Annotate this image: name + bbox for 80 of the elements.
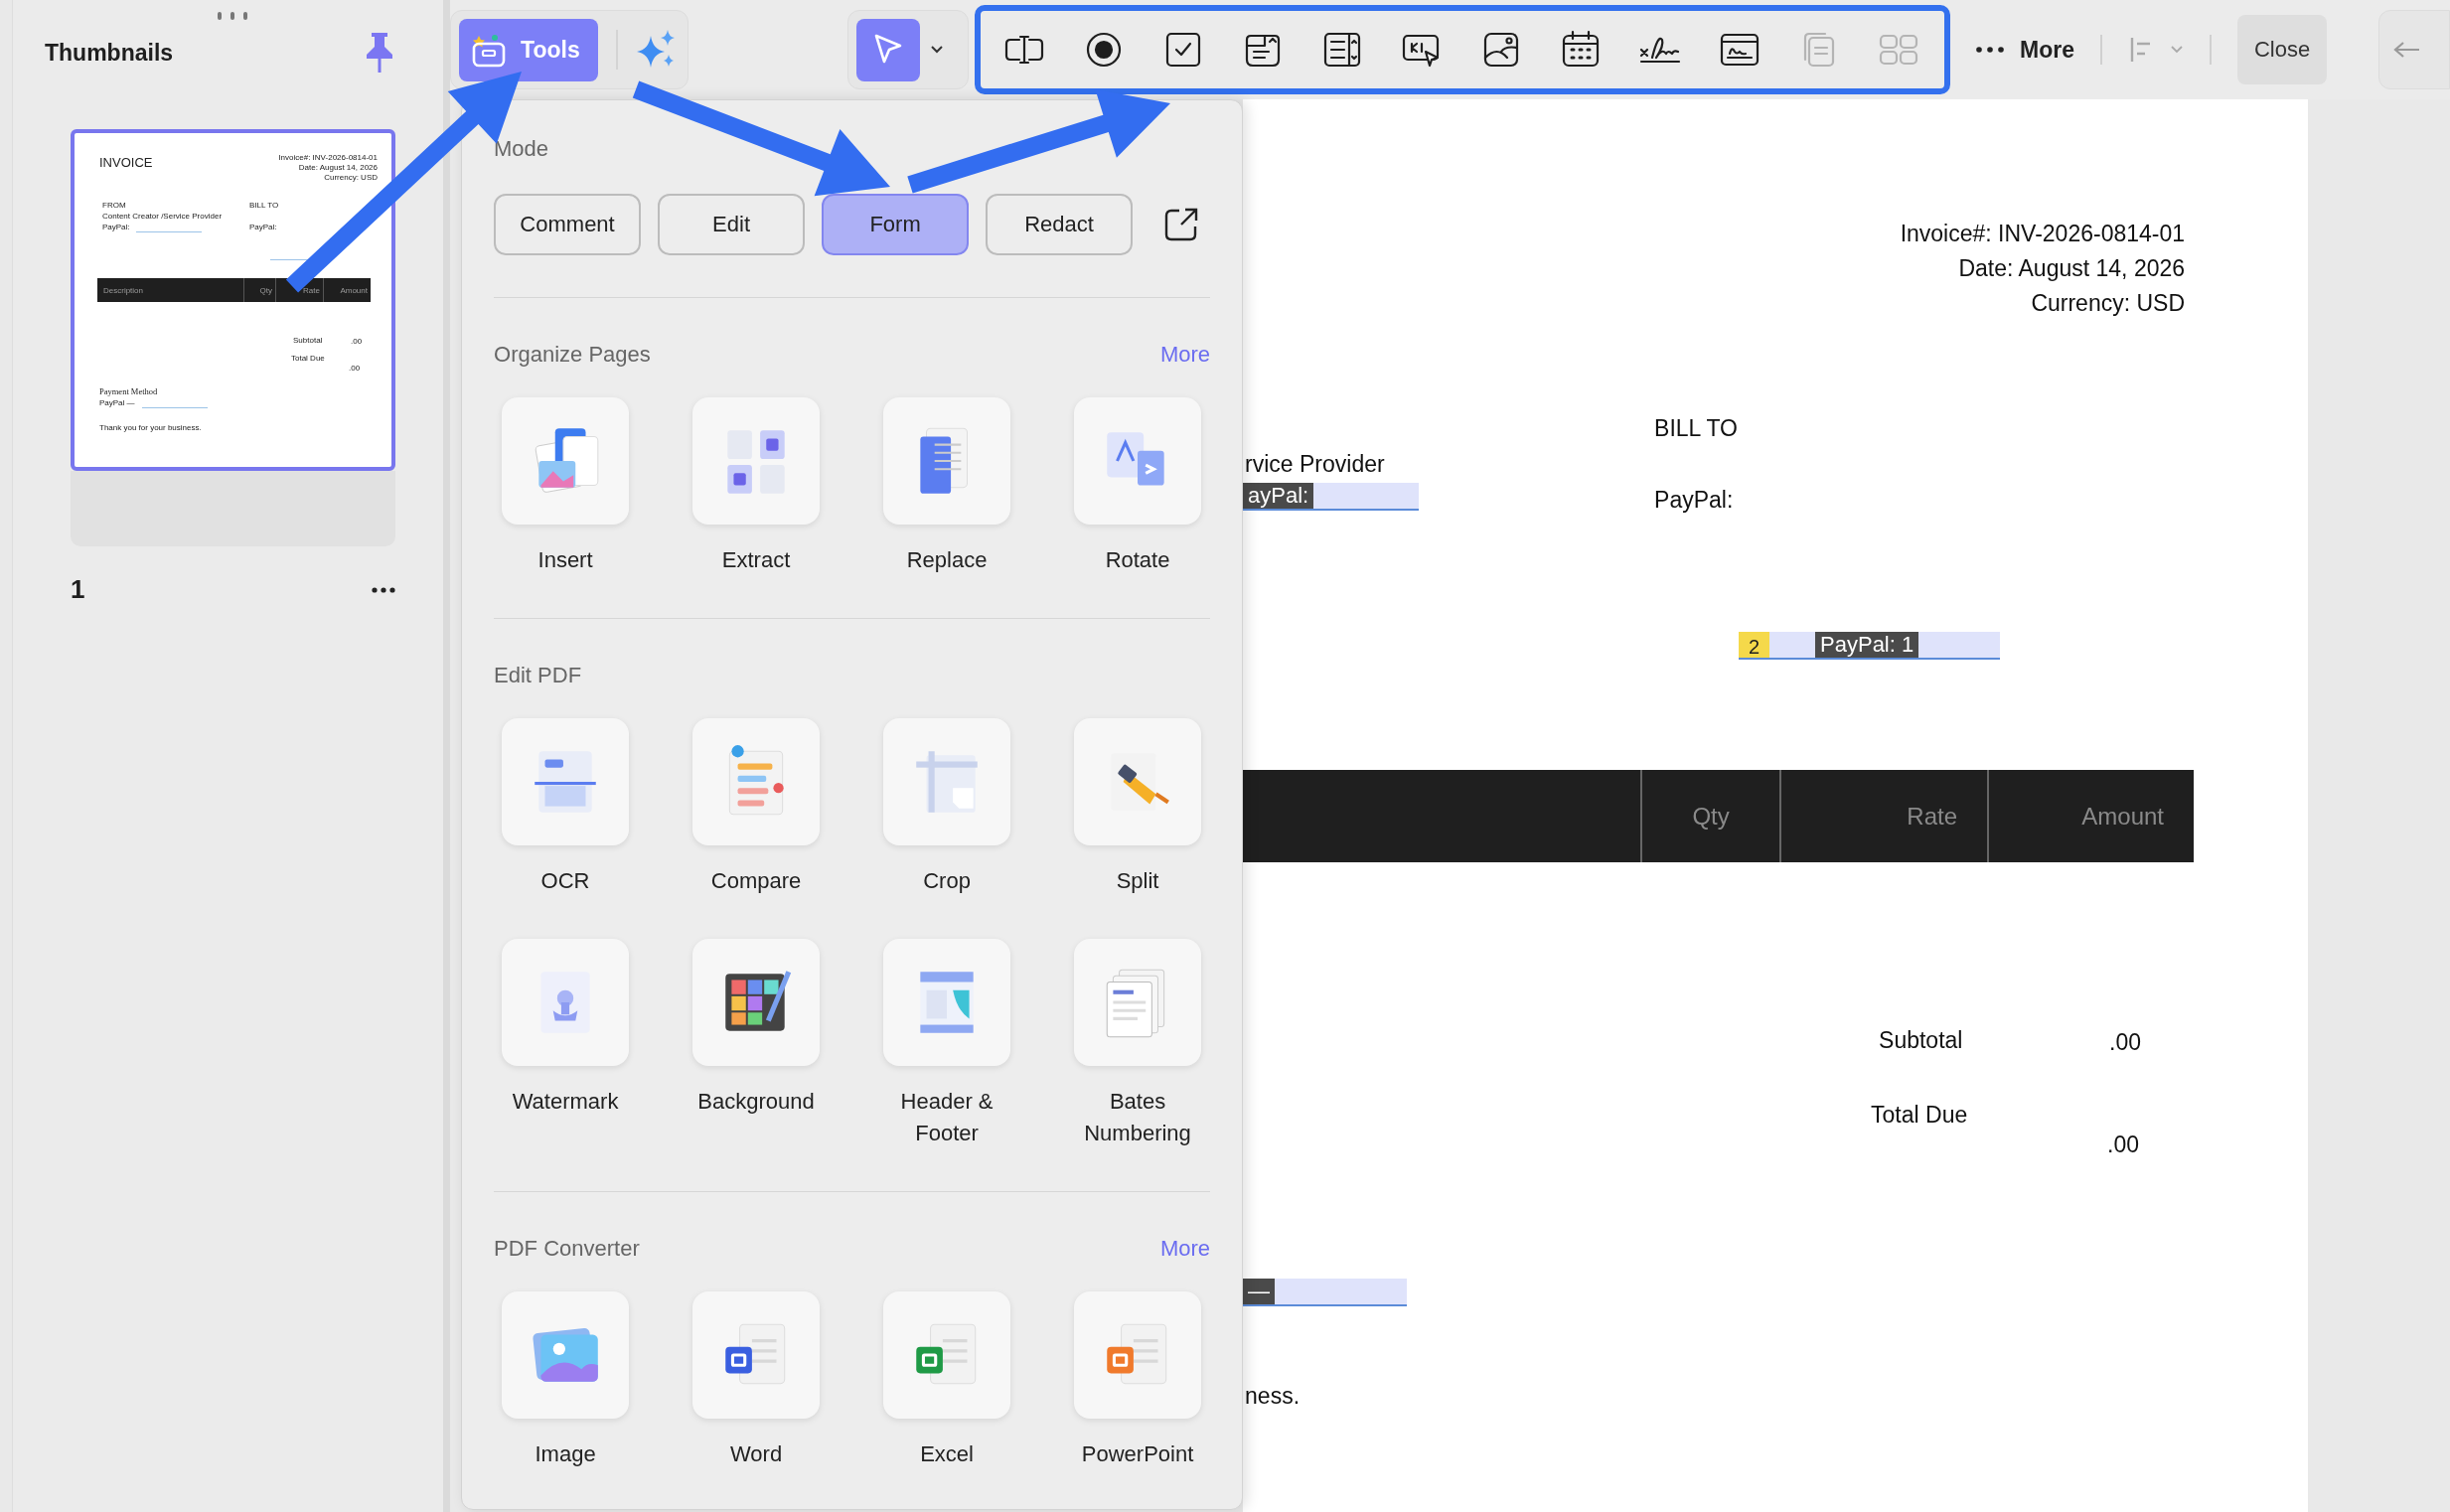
- form-field[interactable]: ayPal:: [1243, 483, 1420, 511]
- thumb-text: Date: August 14, 2026: [298, 163, 378, 173]
- invoice-detail: Invoice#: INV-2026-0814-01: [1900, 221, 2186, 246]
- table-header-cell: Qty: [1640, 770, 1780, 862]
- total-due-label: Total Due: [1871, 1102, 1968, 1128]
- tool-button[interactable]: PowerPoint: [1042, 1291, 1234, 1470]
- thumb-text: Payment Method: [99, 386, 158, 396]
- table-header-cell: Amount: [1987, 770, 2195, 862]
- tool-button[interactable]: Replace: [851, 397, 1043, 576]
- thumb-text: Invoice#: INV-2026-0814-01: [278, 153, 378, 163]
- tool-button[interactable]: Crop: [851, 718, 1043, 897]
- section-title: Edit PDF: [494, 663, 582, 688]
- subtotal-label: Subtotal: [1879, 1027, 1963, 1053]
- tool-button[interactable]: Header & Footer: [851, 939, 1043, 1149]
- tool-button[interactable]: Image: [470, 1291, 662, 1470]
- thumb-text: PayPal —: [99, 398, 135, 408]
- tool-button[interactable]: Word: [661, 1291, 852, 1470]
- thumb-text: Qty: [243, 278, 275, 302]
- paypal-label: PayPal:: [1654, 487, 1734, 513]
- thumb-text: PayPal:: [102, 223, 130, 232]
- table-header-cell: Rate: [1779, 770, 1988, 862]
- tool-button[interactable]: OCR: [470, 718, 662, 897]
- thumb-text: INVOICE: [99, 155, 153, 170]
- tool-button[interactable]: Insert: [470, 397, 662, 576]
- field-label: —: [1243, 1279, 1276, 1304]
- thumb-text: .00: [351, 337, 363, 347]
- page-number: 1: [71, 574, 85, 605]
- external-link-icon[interactable]: [1163, 207, 1200, 242]
- caret-icon[interactable]: [930, 45, 945, 55]
- form-field[interactable]: 2 PayPal: 1: [1739, 632, 2001, 660]
- tool-button[interactable]: Split: [1042, 718, 1234, 897]
- thumb-text: FROM: [102, 201, 126, 211]
- subtotal-value: .00: [2109, 1029, 2142, 1055]
- pin-icon[interactable]: [366, 33, 394, 73]
- tool-button[interactable]: Extract: [661, 397, 852, 576]
- bill-to-label: BILL TO: [1654, 415, 1738, 441]
- field-number-badge: 2: [1739, 632, 1770, 658]
- more-icon: [1976, 47, 2005, 53]
- mode-button[interactable]: Comment: [494, 194, 642, 255]
- field-label: ayPal:: [1243, 483, 1314, 509]
- more-link[interactable]: More: [1159, 1236, 1211, 1262]
- tool-button[interactable]: Watermark: [470, 939, 662, 1149]
- mode-button[interactable]: Redact: [986, 194, 1134, 255]
- close-button[interactable]: Close: [2237, 15, 2327, 84]
- thumb-text: Content Creator /Service Provider: [102, 212, 223, 222]
- fill-in-line: [142, 407, 208, 408]
- panel-title: Thumbnails: [45, 39, 174, 67]
- provider-text: rvice Provider: [1245, 451, 1385, 477]
- thumb-text: BILL TO: [249, 201, 279, 211]
- tool-button[interactable]: Compare: [661, 718, 852, 897]
- thumb-text: Total Due: [291, 354, 325, 364]
- pointer-tool-button[interactable]: [856, 18, 921, 81]
- mode-button[interactable]: Form: [822, 194, 970, 255]
- invoice-detail: Currency: USD: [2031, 290, 2186, 316]
- drag-handle-icon[interactable]: [218, 11, 247, 21]
- section-title: Mode: [494, 136, 550, 162]
- tool-button[interactable]: Excel: [851, 1291, 1043, 1470]
- thumb-text: Description: [102, 284, 144, 297]
- thumb-text: .00: [349, 364, 361, 374]
- thumb-text: Currency: USD: [324, 173, 378, 183]
- more-button[interactable]: More: [1976, 36, 2074, 64]
- field-label: PayPal: 1: [1815, 632, 1919, 658]
- page-thumbnail[interactable]: [71, 129, 395, 471]
- form-field[interactable]: —: [1243, 1279, 1408, 1306]
- tool-button[interactable]: Background: [661, 939, 852, 1149]
- more-icon[interactable]: [372, 586, 395, 593]
- total-due-value: .00: [2107, 1132, 2140, 1157]
- thumb-text: Thank you for your business.: [99, 423, 202, 433]
- thumb-text: Subtotal: [293, 336, 323, 346]
- section-title: Organize Pages: [494, 342, 651, 368]
- thumb-text: Amount: [323, 278, 371, 302]
- tool-button[interactable]: Bates Numbering: [1042, 939, 1234, 1149]
- thumb-text: PayPal:: [249, 223, 277, 232]
- fill-in-line: [136, 231, 202, 232]
- closing-text: ness.: [1245, 1383, 1301, 1409]
- invoice-detail: Date: August 14, 2026: [1958, 255, 2186, 281]
- tool-button[interactable]: Rotate: [1042, 397, 1234, 576]
- section-title: PDF Converter: [494, 1236, 640, 1262]
- mode-button[interactable]: Edit: [658, 194, 806, 255]
- more-link[interactable]: More: [1159, 342, 1211, 368]
